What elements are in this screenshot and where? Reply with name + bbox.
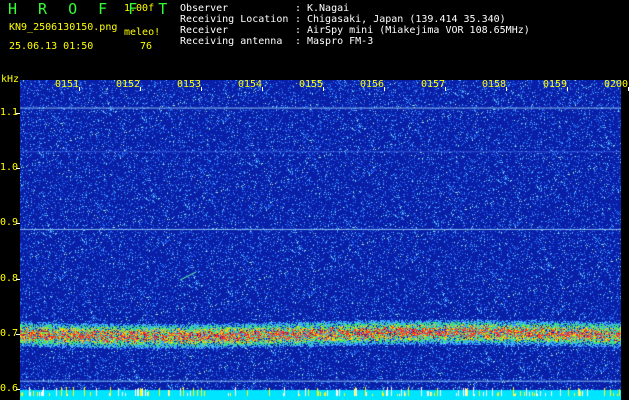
x-tick-mark	[323, 87, 324, 91]
meta-row-receiver: Receiver: AirSpy mini (Miakejima VOR 108.…	[180, 25, 530, 36]
x-tick-mark	[506, 87, 507, 91]
datetime-label: 25.06.13 01:50	[9, 41, 94, 52]
y-axis-unit-label: kHz	[1, 74, 20, 85]
y-tick-mark	[16, 278, 20, 280]
meta-row-antenna: Receiving antenna: Maspro FM-3	[180, 36, 374, 47]
y-tick-mark	[16, 113, 20, 115]
y-tick-mark	[16, 388, 20, 390]
x-tick-label: 0158	[482, 79, 507, 90]
x-tick-label: 0159	[543, 79, 568, 90]
x-tick-label: 0156	[360, 79, 385, 90]
x-tick-label: 0151	[55, 79, 80, 90]
x-tick-mark	[445, 87, 446, 91]
meleo-label: meleo!	[124, 27, 161, 38]
file-name: KN9_2506130150.png	[9, 22, 118, 33]
x-tick-label: 0153	[177, 79, 202, 90]
spectrogram-canvas	[20, 80, 621, 400]
metadata-block: Observer: K.Nagai Receiving Location: Chig…	[180, 3, 530, 47]
version-label: 1.00f	[124, 3, 155, 14]
x-tick-mark	[79, 87, 80, 91]
x-tick-label: 0152	[116, 79, 141, 90]
right-border	[621, 80, 629, 400]
x-tick-label: 0154	[238, 79, 263, 90]
y-tick-mark	[16, 223, 20, 225]
header-panel: H R O F F T 1.00f KN9_2506130150.png mel…	[0, 0, 629, 75]
y-tick-mark	[16, 168, 20, 170]
x-tick-mark	[262, 87, 263, 91]
y-tick-mark	[16, 333, 20, 335]
x-tick-mark	[140, 87, 141, 91]
detection-count: 76	[140, 41, 153, 52]
meta-row-location: Receiving Location: Chigasaki, Japan (139…	[180, 14, 506, 25]
x-tick-mark	[384, 87, 385, 91]
x-tick-label: 0157	[421, 79, 446, 90]
spectrogram-plot	[20, 80, 621, 400]
x-tick-mark	[567, 87, 568, 91]
x-tick-label: 0200	[604, 79, 629, 90]
x-tick-label: 0155	[299, 79, 324, 90]
meta-row-observer: Observer: K.Nagai	[180, 3, 350, 14]
x-tick-mark	[201, 87, 202, 91]
